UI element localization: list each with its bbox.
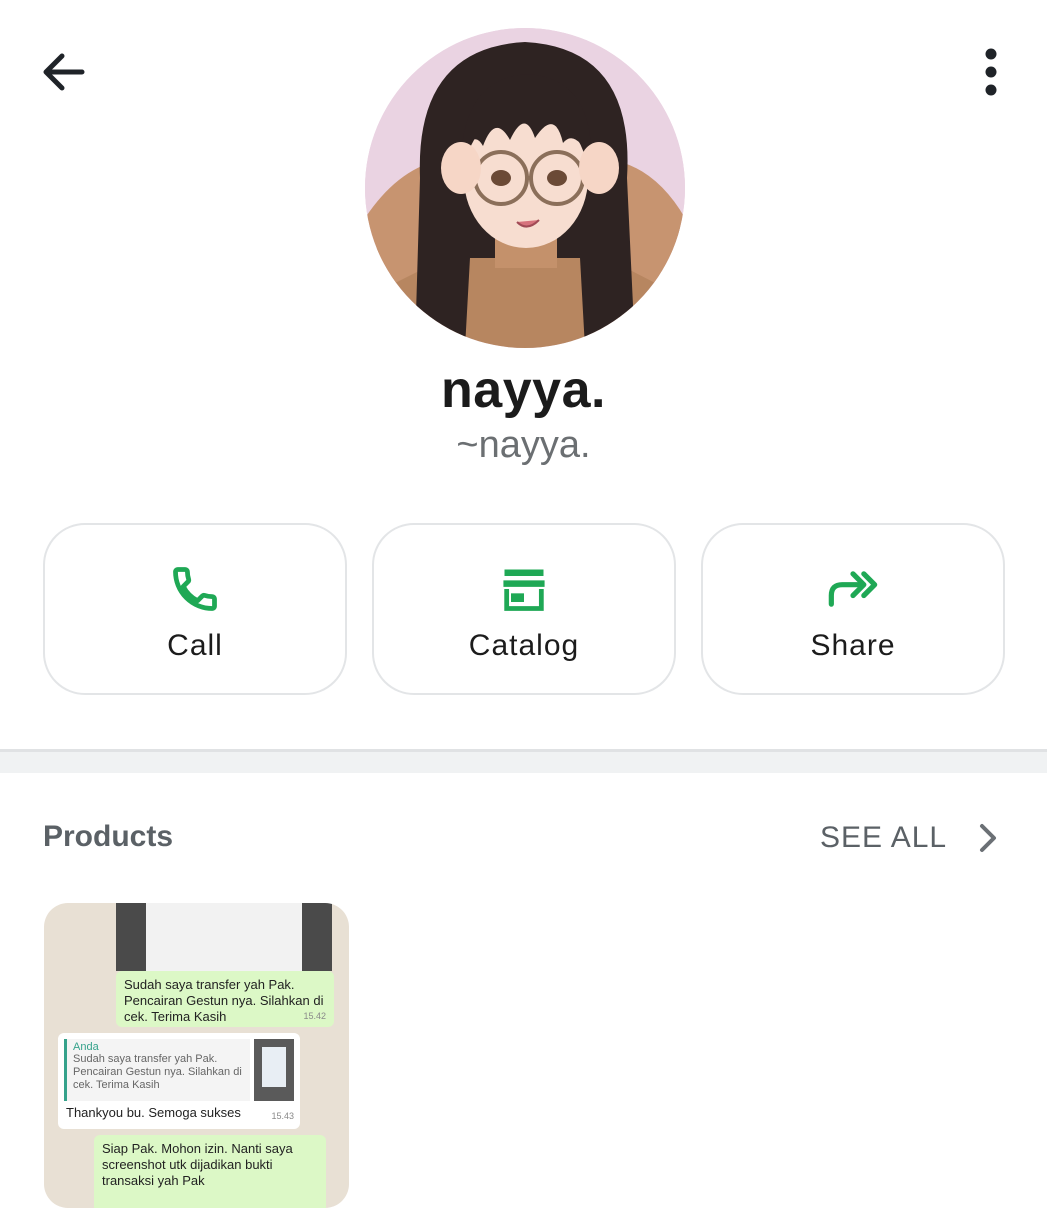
profile-avatar[interactable] bbox=[365, 28, 685, 348]
arrow-left-icon bbox=[43, 53, 85, 91]
action-buttons: Call Catalog Share bbox=[43, 523, 1007, 697]
see-all-label: SEE ALL bbox=[820, 821, 948, 854]
more-options-button[interactable] bbox=[966, 44, 1016, 100]
profile-name: nayya. bbox=[441, 361, 606, 419]
catalog-label: Catalog bbox=[468, 629, 580, 662]
product-card[interactable]: Sudah saya transfer yah Pak. Pencairan G… bbox=[44, 903, 349, 1208]
chat-image-preview bbox=[116, 903, 332, 971]
quoted-image bbox=[254, 1039, 294, 1101]
see-all-button[interactable]: SEE ALL bbox=[820, 816, 999, 860]
chat-bubble-outgoing-2: Siap Pak. Mohon izin. Nanti saya screens… bbox=[94, 1135, 326, 1208]
products-section-title: Products bbox=[43, 820, 174, 853]
share-label: Share bbox=[810, 629, 896, 662]
storefront-icon bbox=[503, 569, 545, 611]
chat-bubble-text-2: Siap Pak. Mohon izin. Nanti saya screens… bbox=[102, 1141, 293, 1188]
chat-bubble-outgoing: Sudah saya transfer yah Pak. Pencairan G… bbox=[116, 971, 334, 1027]
quoted-message: Anda Sudah saya transfer yah Pak. Pencai… bbox=[64, 1039, 250, 1101]
chat-bubble-text: Sudah saya transfer yah Pak. Pencairan G… bbox=[124, 977, 324, 1024]
more-vertical-icon bbox=[985, 48, 997, 96]
share-forward-icon bbox=[828, 571, 878, 607]
catalog-button[interactable]: Catalog bbox=[372, 523, 676, 695]
back-button[interactable] bbox=[36, 44, 92, 100]
profile-push-name: ~nayya. bbox=[456, 424, 591, 466]
quoted-author: Anda bbox=[73, 1041, 99, 1053]
chat-bubble-incoming: Anda Sudah saya transfer yah Pak. Pencai… bbox=[58, 1033, 300, 1129]
section-divider bbox=[0, 749, 1047, 773]
reply-text: Thankyou bu. Semoga sukses bbox=[66, 1105, 241, 1120]
chat-bubble-time: 15.42 bbox=[303, 1011, 326, 1021]
reply-time: 15.43 bbox=[271, 1111, 294, 1121]
chevron-right-icon bbox=[980, 824, 997, 852]
quoted-text: Sudah saya transfer yah Pak. Pencairan G… bbox=[73, 1053, 242, 1091]
call-label: Call bbox=[167, 629, 223, 662]
product-thumbnail: Sudah saya transfer yah Pak. Pencairan G… bbox=[44, 903, 349, 1208]
call-button[interactable]: Call bbox=[43, 523, 347, 695]
phone-icon bbox=[173, 567, 217, 611]
share-button[interactable]: Share bbox=[701, 523, 1005, 695]
